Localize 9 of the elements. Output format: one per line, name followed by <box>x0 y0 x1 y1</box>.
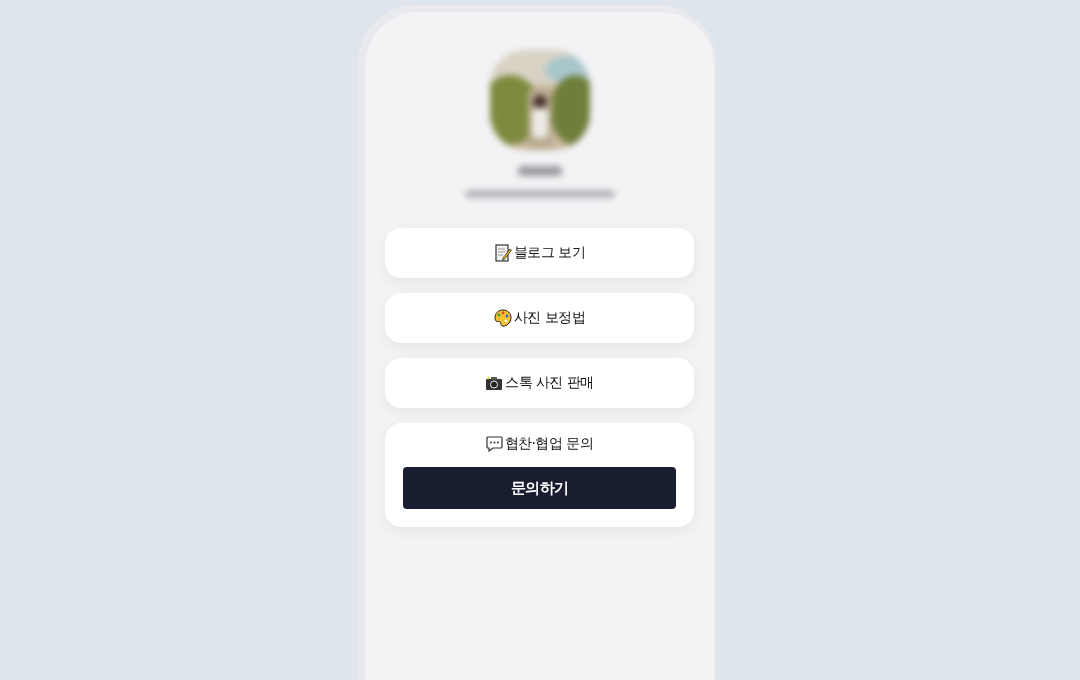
speech-bubble-icon <box>485 436 503 452</box>
contact-label: 협찬·협업 문의 <box>504 435 594 453</box>
camera-icon <box>485 375 504 391</box>
inquiry-button[interactable]: 문의하기 <box>403 467 676 509</box>
link-button[interactable]: 블로그 보기 <box>385 228 694 278</box>
link-button[interactable]: 스톡 사진 판매 <box>385 358 694 408</box>
memo-icon <box>493 244 512 262</box>
palette-icon <box>493 309 512 327</box>
link-button[interactable]: 사진 보정법 <box>385 293 694 343</box>
